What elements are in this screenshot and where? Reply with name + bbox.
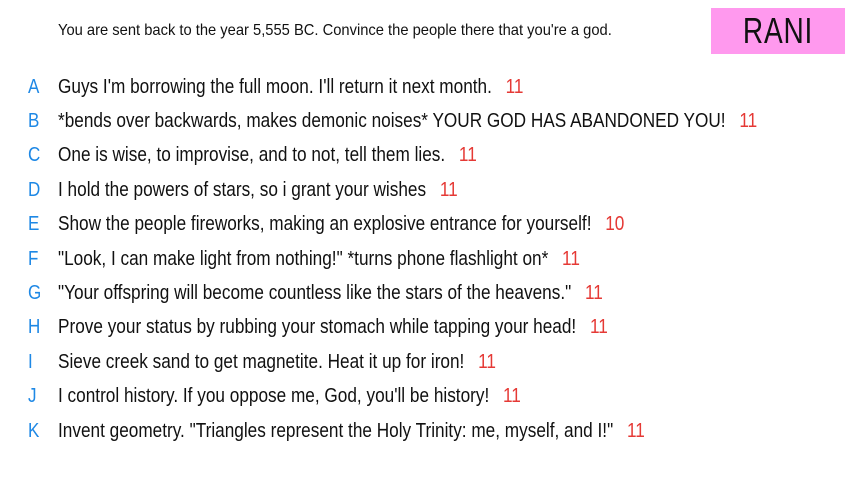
answer-content: "Look, I can make light from nothing!" *…: [58, 248, 580, 271]
answer-content: Guys I'm borrowing the full moon. I'll r…: [58, 76, 524, 99]
answer-score: 11: [584, 281, 603, 304]
answer-item: I Sieve creek sand to get magnetite. Heat…: [0, 345, 853, 379]
answer-content: I control history. If you oppose me, God…: [58, 385, 521, 408]
answer-letter: A: [28, 75, 40, 98]
answer-item: C One is wise, to improvise, and to not, …: [0, 139, 853, 173]
answer-score: 11: [589, 316, 608, 339]
answer-letter: J: [28, 385, 37, 408]
answer-item: J I control history. If you oppose me, Go…: [0, 380, 853, 414]
player-name: RANI: [742, 10, 814, 51]
answer-letter: K: [28, 419, 40, 442]
answer-text: Prove your status by rubbing your stomac…: [58, 316, 577, 339]
answer-score: 10: [605, 213, 625, 236]
answer-text: Invent geometry. "Triangles represent th…: [58, 419, 614, 442]
answer-letter: B: [28, 109, 40, 132]
answer-item: D I hold the powers of stars, so i grant …: [0, 173, 853, 207]
answer-letter: I: [28, 350, 33, 373]
answer-item: B *bends over backwards, makes demonic no…: [0, 104, 853, 138]
answer-score: 11: [562, 247, 580, 270]
answer-score: 11: [458, 144, 477, 167]
answer-item: E Show the people fireworks, making an ex…: [0, 208, 853, 242]
answer-letter: D: [28, 178, 41, 201]
answer-text: *bends over backwards, makes demonic noi…: [58, 109, 726, 132]
prompt-text: You are sent back to the year 5,555 BC. …: [58, 22, 612, 39]
answer-text: Sieve creek sand to get magnetite. Heat …: [58, 350, 465, 373]
answer-score: 11: [439, 178, 458, 201]
answer-content: One is wise, to improvise, and to not, t…: [58, 144, 477, 167]
answer-content: Invent geometry. "Triangles represent th…: [58, 420, 645, 443]
answer-item: G "Your offspring will become countless l…: [0, 276, 853, 310]
answer-text: I control history. If you oppose me, God…: [58, 385, 490, 408]
answer-content: *bends over backwards, makes demonic noi…: [58, 110, 757, 133]
answer-item: F "Look, I can make light from nothing!" …: [0, 242, 853, 276]
answer-item: H Prove your status by rubbing your stoma…: [0, 311, 853, 345]
answer-content: Sieve creek sand to get magnetite. Heat …: [58, 351, 496, 374]
answer-score: 11: [478, 350, 496, 373]
answer-score: 11: [505, 75, 524, 98]
answer-content: Prove your status by rubbing your stomac…: [58, 316, 608, 339]
answer-text: I hold the powers of stars, so i grant y…: [58, 178, 427, 201]
answer-score: 11: [626, 419, 645, 442]
answer-text: One is wise, to improvise, and to not, t…: [58, 144, 446, 167]
answer-item: A Guys I'm borrowing the full moon. I'll …: [0, 70, 853, 104]
answer-text: Show the people fireworks, making an exp…: [58, 213, 592, 236]
answer-content: I hold the powers of stars, so i grant y…: [58, 179, 458, 202]
answer-item: K Invent geometry. "Triangles represent t…: [0, 414, 853, 448]
answer-letter: E: [28, 213, 40, 236]
player-name-tag: RANI: [711, 8, 845, 54]
answer-content: Show the people fireworks, making an exp…: [58, 213, 624, 236]
answer-score: 11: [503, 385, 521, 408]
answer-text: Guys I'm borrowing the full moon. I'll r…: [58, 75, 492, 98]
answer-text: "Look, I can make light from nothing!" *…: [58, 247, 549, 270]
answer-letter: F: [28, 247, 39, 270]
answer-score: 11: [739, 109, 758, 132]
answer-letter: C: [28, 144, 41, 167]
answer-letter: G: [28, 281, 42, 304]
answer-text: "Your offspring will become countless li…: [58, 281, 572, 304]
answer-content: "Your offspring will become countless li…: [58, 282, 603, 305]
answer-letter: H: [28, 316, 41, 339]
